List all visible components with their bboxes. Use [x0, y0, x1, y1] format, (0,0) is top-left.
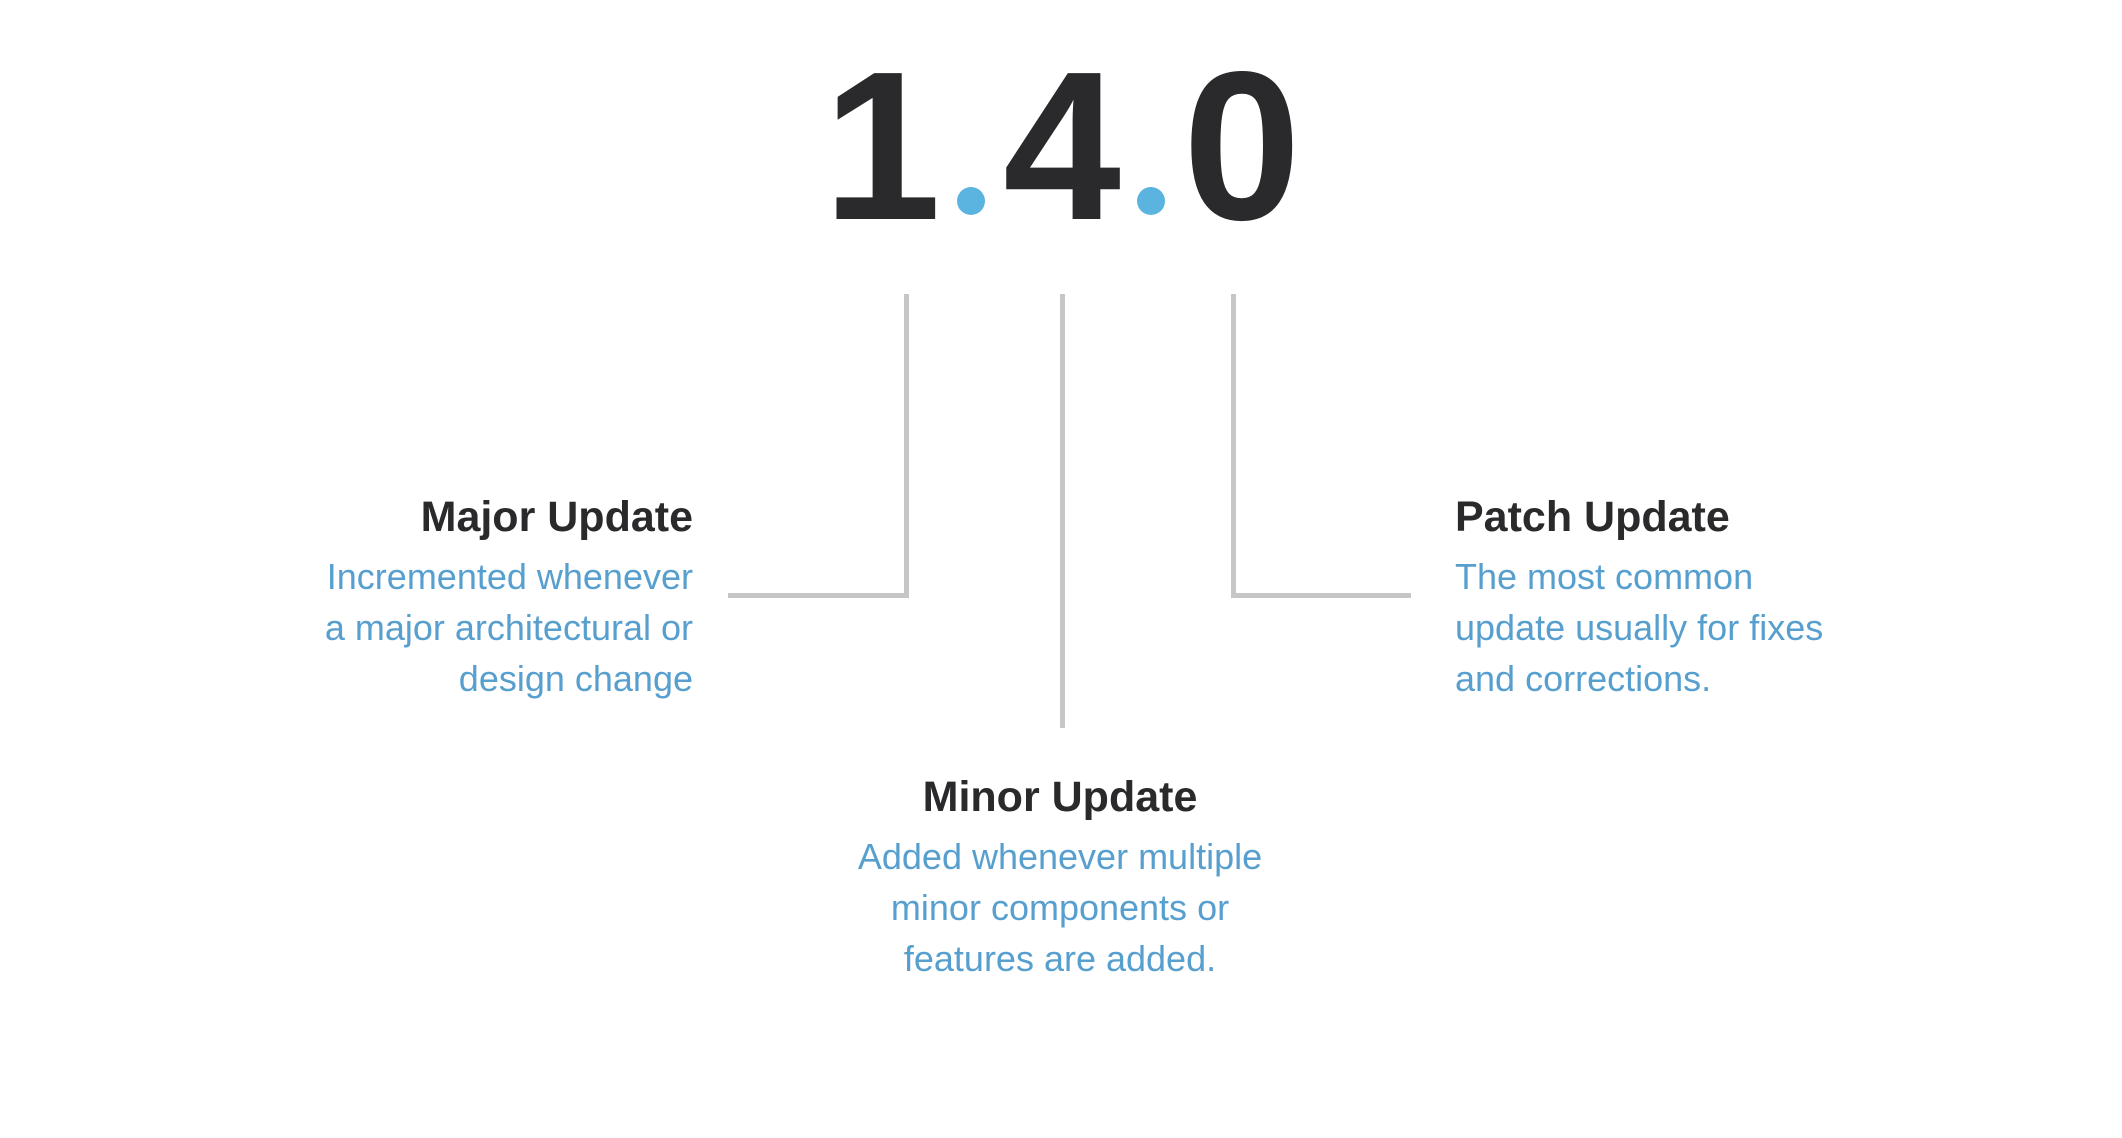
callout-patch-description-line: update usually for fixes: [1455, 606, 1824, 648]
connector-line-minor-vertical: [1060, 294, 1065, 728]
version-major-digit: 1: [823, 27, 941, 264]
callout-major-description-line: design change: [458, 657, 693, 699]
callout-major-title: Major Update: [420, 493, 693, 541]
callout-minor-title: Minor Update: [922, 773, 1198, 821]
callout-major-description: Incremented whenever a major architectur…: [133, 551, 693, 704]
callout-minor-description: Added whenever multiple minor components…: [789, 831, 1331, 984]
callout-patch-update: Patch Update The most common update usua…: [1455, 492, 2015, 704]
version-minor-digit: 4: [1003, 27, 1121, 264]
connector-line-patch-horizontal: [1231, 593, 1411, 598]
version-number: 140: [0, 40, 2122, 252]
callout-patch-description: The most common update usually for fixes…: [1455, 551, 2015, 704]
callout-major-update: Major Update Incremented whenever a majo…: [133, 492, 693, 704]
dot-separator-icon: [1136, 187, 1165, 215]
callout-major-description-line: a major architectural or: [324, 606, 693, 648]
callout-patch-description-line: The most common: [1455, 555, 1754, 597]
callout-patch-title: Patch Update: [1455, 493, 1730, 541]
callout-minor-description-line: minor components or: [890, 886, 1230, 928]
callout-major-description-line: Incremented whenever: [326, 555, 693, 597]
connector-line-patch-vertical: [1231, 294, 1236, 598]
dot-separator-icon: [957, 187, 986, 215]
callout-patch-description-line: and corrections.: [1455, 657, 1712, 699]
semantic-version-diagram: 140 Major Update Incremented whenever a …: [0, 0, 2122, 1138]
callout-minor-description-line: features are added.: [903, 937, 1217, 979]
callout-minor-description-line: Added whenever multiple: [857, 835, 1263, 877]
callout-minor-update: Minor Update Added whenever multiple min…: [789, 772, 1331, 984]
version-patch-digit: 0: [1182, 27, 1301, 264]
connector-line-major-vertical: [904, 294, 909, 598]
connector-line-major-horizontal: [728, 593, 909, 598]
